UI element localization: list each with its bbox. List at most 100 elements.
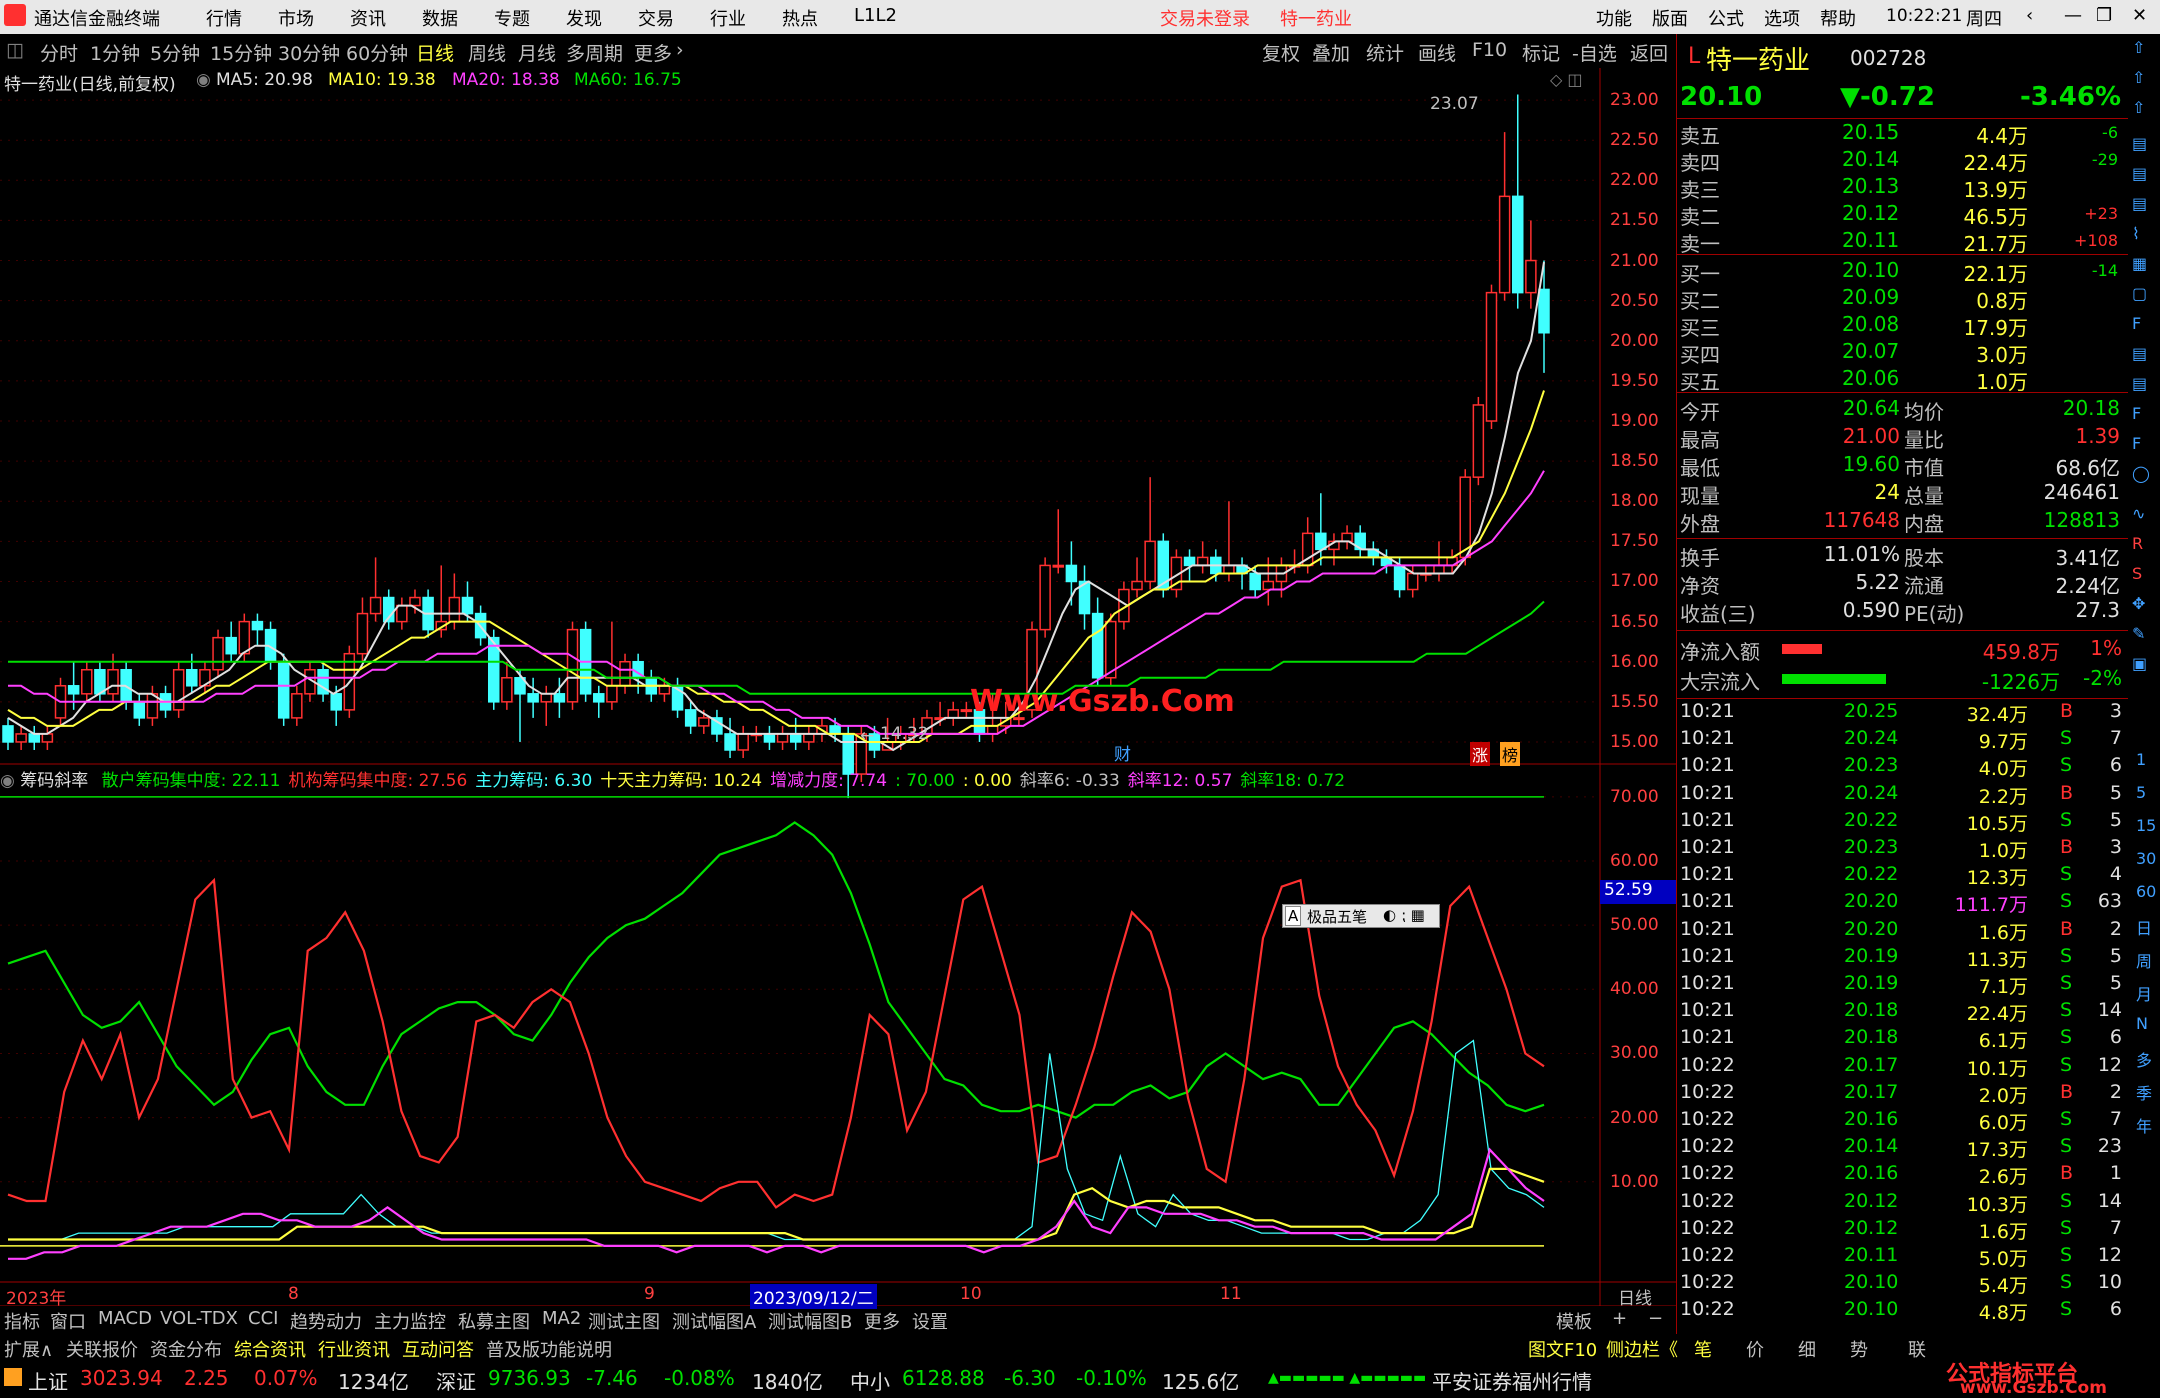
menu-market[interactable]: 市场 [278,5,314,31]
menu-l1l2[interactable]: L1L2 [854,5,897,26]
tab-trend-r[interactable]: 势 [1850,1336,1868,1362]
side-period-button[interactable]: 5 [2136,783,2146,802]
tab-macd[interactable]: MACD [98,1308,152,1329]
tab-expand[interactable]: 扩展∧ [4,1336,53,1362]
side-period-button[interactable]: 60 [2136,882,2156,901]
list-icon[interactable]: ▤ [2132,164,2147,183]
toolbar-btn-f10[interactable]: F10 [1472,39,1507,61]
period-tab[interactable]: 60分钟 [346,39,408,66]
tab-trend[interactable]: 趋势动力 [290,1308,362,1334]
menu-discover[interactable]: 发现 [566,5,602,31]
side-period-button[interactable]: 周 [2136,948,2152,972]
kline-chart[interactable] [0,68,1676,1306]
tab-window[interactable]: 窗口 [50,1308,86,1334]
menu-industry[interactable]: 行业 [710,5,746,31]
tab-f10[interactable]: 图文F10 [1528,1336,1597,1362]
tab-indicator[interactable]: 指标 [4,1308,40,1334]
ime-popup[interactable]: A 极品五笔 ◐ ⁏ ▦ [1282,904,1440,928]
nav-up-icon[interactable]: ⇧ [2132,38,2145,57]
chart-options-icon[interactable]: ◇ ◫ [1550,70,1583,89]
side-period-button[interactable]: N [2136,1014,2148,1033]
menu-topic[interactable]: 专题 [494,5,530,31]
grid-icon[interactable]: ▦ [2132,254,2147,273]
menu-trade[interactable]: 交易 [638,5,674,31]
rank-marker[interactable]: 榜 [1500,742,1521,766]
side-period-button[interactable]: 多 [2136,1047,2152,1071]
tab-help[interactable]: 普及版功能说明 [486,1336,612,1362]
side-period-button[interactable]: 30 [2136,849,2156,868]
indicator-toggle-icon[interactable]: ◉ [0,771,15,791]
tab-price[interactable]: 价 [1746,1336,1764,1362]
period-tab[interactable]: 多周期 [566,39,623,66]
toolbar-btn-back[interactable]: 返回 [1630,39,1668,66]
close-icon[interactable]: ✕ [2132,5,2147,26]
tab-industry-news[interactable]: 行业资讯 [318,1336,390,1362]
pen-icon[interactable]: ✎ [2132,624,2145,643]
toolbar-toggle-icon[interactable]: ◫ [6,39,24,61]
back-icon[interactable]: ‹ [2026,5,2033,26]
rsi-icon[interactable]: R [2132,534,2143,553]
tab-bi[interactable]: 笔 [1694,1336,1712,1362]
wave-icon[interactable]: ∿ [2132,504,2145,523]
tab-test-a[interactable]: 测试幅图A [672,1308,756,1334]
side-period-button[interactable]: 日 [2136,915,2152,939]
menu-formula[interactable]: 公式 [1708,5,1744,31]
menu-hot[interactable]: 热点 [782,5,818,31]
toolbar-btn-restore[interactable]: 复权 [1262,39,1300,66]
circle-icon[interactable]: ◯ [2132,464,2150,483]
doc-icon[interactable]: ▤ [2132,344,2147,363]
menu-data[interactable]: 数据 [422,5,458,31]
tab-cci[interactable]: CCI [248,1308,278,1329]
menu-quote[interactable]: 行情 [206,5,242,31]
side-period-button[interactable]: 1 [2136,750,2146,769]
chart-icon[interactable]: ▤ [2132,134,2147,153]
f10-icon[interactable]: F [2132,314,2141,333]
limit-up-marker[interactable]: 涨 [1470,742,1491,766]
sz-name[interactable]: 深证 [436,1366,476,1395]
tab-main-monitor[interactable]: 主力监控 [374,1308,446,1334]
tab-fund[interactable]: 资金分布 [150,1336,222,1362]
tab-test-b[interactable]: 测试幅图B [768,1308,852,1334]
side-period-button[interactable]: 季 [2136,1080,2152,1104]
toolbar-btn-draw[interactable]: 画线 [1418,39,1456,66]
tab-private[interactable]: 私募主图 [458,1308,530,1334]
tab-sidebar[interactable]: 侧边栏《 [1606,1336,1678,1362]
nav-up-icon[interactable]: ⇧ [2132,98,2145,117]
tab-link[interactable]: 联 [1908,1336,1926,1362]
tab-ma2[interactable]: MA2 [542,1308,581,1329]
restore-icon[interactable]: ❐ [2096,5,2112,26]
doc-icon[interactable]: ▤ [2132,374,2147,393]
move-icon[interactable]: ✥ [2132,594,2145,613]
remove-icon[interactable]: − [1648,1308,1663,1329]
period-tab[interactable]: 5分钟 [150,39,200,66]
list-icon[interactable]: ▤ [2132,194,2147,213]
add-icon[interactable]: + [1612,1308,1627,1329]
ime-mode-icon[interactable]: ◐ ⁏ ▦ [1383,906,1425,924]
box-icon[interactable]: ▢ [2132,284,2147,303]
menu-help[interactable]: 帮助 [1820,5,1856,31]
template-button[interactable]: 模板 [1556,1308,1592,1334]
menu-options[interactable]: 选项 [1764,5,1800,31]
tab-qa[interactable]: 互动问答 [402,1336,474,1362]
login-status[interactable]: 交易未登录 [1160,5,1250,31]
toolbar-btn-selfselect[interactable]: -自选 [1572,39,1617,66]
tab-news[interactable]: 综合资讯 [234,1336,306,1362]
tab-detail[interactable]: 细 [1798,1336,1816,1362]
finance-marker[interactable]: 财 [1114,740,1131,765]
ime-a-icon[interactable]: A [1285,906,1302,926]
period-tab[interactable]: 周线 [468,39,506,66]
toolbar-btn-mark[interactable]: 标记 [1522,39,1560,66]
sh-name[interactable]: 上证 [28,1366,68,1395]
nav-up-icon[interactable]: ⇧ [2132,68,2145,87]
s-icon[interactable]: S [2132,564,2142,583]
trend-icon[interactable]: ⌇ [2132,224,2140,243]
period-tab-more[interactable]: 更多 [634,39,672,66]
period-tab[interactable]: 月线 [518,39,556,66]
period-tab[interactable]: 1分钟 [90,39,140,66]
tab-test-main[interactable]: 测试主图 [588,1308,660,1334]
tab-vol[interactable]: VOL-TDX [160,1308,238,1329]
tab-settings[interactable]: 设置 [912,1308,948,1334]
tab-more[interactable]: 更多 [864,1308,900,1334]
toolbar-btn-stats[interactable]: 统计 [1366,39,1404,66]
zx-name[interactable]: 中小 [850,1366,890,1395]
